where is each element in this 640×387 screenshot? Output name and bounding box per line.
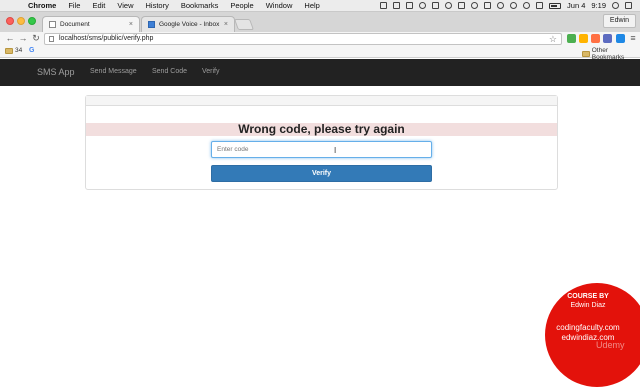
menu-edit[interactable]: Edit bbox=[92, 1, 105, 10]
tab-title: Document bbox=[60, 21, 90, 28]
bookmark-folder-icon bbox=[5, 47, 13, 54]
menu-file[interactable]: File bbox=[68, 1, 80, 10]
status-app-icon[interactable] bbox=[393, 2, 401, 9]
volume-icon[interactable] bbox=[536, 2, 544, 9]
menu-window[interactable]: Window bbox=[266, 1, 293, 10]
bookmark-item[interactable]: 34 bbox=[5, 47, 22, 54]
nav-send-message[interactable]: Send Message bbox=[90, 68, 137, 75]
google-icon: G bbox=[29, 47, 35, 54]
bluetooth-icon[interactable] bbox=[510, 2, 518, 9]
status-area: Jun 4 9:19 bbox=[380, 1, 640, 10]
watermark-course-by: COURSE BY bbox=[567, 293, 609, 300]
status-app-icon[interactable] bbox=[380, 2, 388, 9]
chrome-menu-icon[interactable]: ≡ bbox=[628, 33, 638, 43]
notification-center-icon[interactable] bbox=[625, 2, 632, 9]
wifi-icon[interactable] bbox=[523, 2, 531, 9]
extension-icon[interactable] bbox=[616, 34, 625, 43]
menubar-date[interactable]: Jun 4 bbox=[567, 1, 585, 10]
browser-toolbar: ← → ↻ localhost/sms/public/verify.php ☆ … bbox=[0, 32, 640, 46]
menu-bookmarks[interactable]: Bookmarks bbox=[181, 1, 219, 10]
error-alert: Wrong code, please try again bbox=[86, 123, 557, 136]
google-voice-favicon-icon bbox=[148, 21, 155, 28]
status-app-icon[interactable] bbox=[445, 2, 453, 9]
tab-document[interactable]: Document × bbox=[42, 16, 140, 32]
tab-close-icon[interactable]: × bbox=[129, 21, 133, 28]
forward-icon[interactable]: → bbox=[18, 33, 28, 43]
bookmark-google[interactable]: G bbox=[29, 47, 34, 54]
status-app-icon[interactable] bbox=[406, 2, 414, 9]
bookmark-folder-icon bbox=[582, 51, 590, 57]
status-app-icon[interactable] bbox=[419, 2, 427, 9]
tab-google-voice[interactable]: Google Voice - Inbox × bbox=[141, 16, 235, 32]
battery-icon[interactable] bbox=[549, 2, 562, 9]
tab-close-icon[interactable]: × bbox=[224, 21, 228, 28]
code-input[interactable] bbox=[211, 141, 432, 158]
back-icon[interactable]: ← bbox=[5, 33, 15, 43]
time-machine-icon[interactable] bbox=[497, 2, 505, 9]
menubar-time[interactable]: 9:19 bbox=[591, 1, 606, 10]
window-maximize-button[interactable] bbox=[28, 17, 36, 25]
verify-button[interactable]: Verify bbox=[211, 165, 432, 182]
window-close-button[interactable] bbox=[6, 17, 14, 25]
watermark-author: Edwin Diaz bbox=[570, 302, 606, 309]
menu-help[interactable]: Help bbox=[304, 1, 319, 10]
new-tab-button[interactable] bbox=[233, 19, 255, 30]
panel-heading bbox=[86, 96, 557, 106]
page-info-icon[interactable] bbox=[49, 36, 54, 42]
reload-icon[interactable]: ↻ bbox=[31, 33, 41, 43]
bookmark-star-icon[interactable]: ☆ bbox=[549, 34, 557, 44]
address-bar[interactable]: localhost/sms/public/verify.php ☆ bbox=[44, 33, 562, 45]
text-cursor-icon: I bbox=[334, 146, 337, 155]
macos-menu-bar: Chrome File Edit View History Bookmarks … bbox=[0, 0, 640, 12]
bookmark-label: 34 bbox=[15, 47, 23, 54]
menu-view[interactable]: View bbox=[117, 1, 133, 10]
brand-link[interactable]: SMS App bbox=[37, 67, 75, 77]
window-minimize-button[interactable] bbox=[17, 17, 25, 25]
bookmarks-bar: 34 G Other Bookmarks bbox=[0, 46, 640, 61]
site-navbar: SMS App Send Message Send Code Verify bbox=[0, 59, 640, 86]
nav-send-code[interactable]: Send Code bbox=[152, 68, 187, 75]
nav-verify[interactable]: Verify bbox=[202, 68, 220, 75]
extension-icon[interactable] bbox=[579, 34, 588, 43]
status-app-icon[interactable] bbox=[471, 2, 479, 9]
menu-app-name[interactable]: Chrome bbox=[28, 1, 56, 10]
tab-title: Google Voice - Inbox bbox=[159, 21, 220, 28]
course-watermark: COURSE BY Edwin Diaz codingfaculty.com e… bbox=[545, 283, 640, 387]
profile-button[interactable]: Edwin bbox=[602, 14, 636, 28]
menu-people[interactable]: People bbox=[230, 1, 253, 10]
watermark-site-1: codingfaculty.com bbox=[556, 323, 620, 332]
udemy-watermark: Udemy bbox=[596, 340, 625, 350]
extension-icon[interactable] bbox=[603, 34, 612, 43]
status-app-icon[interactable] bbox=[458, 2, 466, 9]
extension-icon[interactable] bbox=[567, 34, 576, 43]
verify-panel: Wrong code, please try again I Verify bbox=[85, 95, 558, 190]
extension-icon[interactable] bbox=[591, 34, 600, 43]
airplay-icon[interactable] bbox=[484, 2, 492, 9]
spotlight-search-icon[interactable] bbox=[612, 2, 619, 9]
page-favicon-icon bbox=[49, 21, 56, 28]
status-app-icon[interactable] bbox=[432, 2, 440, 9]
menu-history[interactable]: History bbox=[146, 1, 169, 10]
browser-tab-strip: Document × Google Voice - Inbox × Edwin bbox=[0, 12, 640, 32]
url-text: localhost/sms/public/verify.php bbox=[59, 35, 154, 42]
